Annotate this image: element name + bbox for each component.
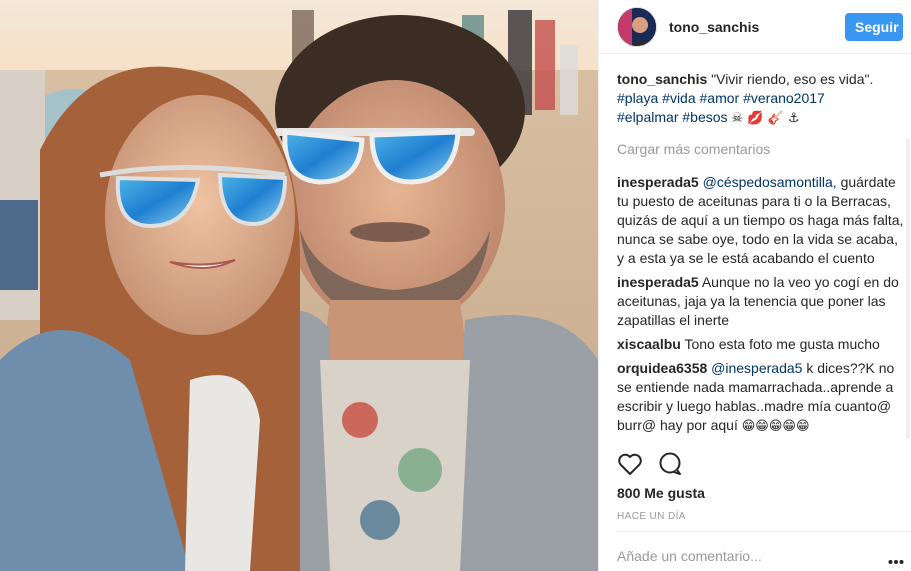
comment-emojis: 😁😁😁😁😁 bbox=[741, 419, 810, 434]
add-comment-input[interactable] bbox=[617, 544, 872, 568]
hashtag[interactable]: #verano2017 bbox=[743, 90, 825, 106]
caption-emojis: ☠ 💋 🎸 ⚓ bbox=[731, 111, 800, 126]
comment-item: inesperada5 Aunque no la veo yo cogí en … bbox=[617, 273, 905, 330]
caption-username[interactable]: tono_sanchis bbox=[617, 71, 707, 87]
comments-scrollbar[interactable] bbox=[906, 139, 910, 439]
post-photo[interactable] bbox=[0, 0, 598, 571]
author-username[interactable]: tono_sanchis bbox=[669, 19, 845, 35]
caption-text: "Vivir riendo, eso es vida". bbox=[711, 71, 874, 87]
caption: tono_sanchis "Vivir riendo, eso es vida"… bbox=[617, 70, 905, 128]
post-side-panel: tono_sanchis Seguir tono_sanchis "Vivir … bbox=[598, 0, 911, 571]
selfie-image bbox=[0, 0, 598, 571]
hashtag[interactable]: #besos bbox=[682, 109, 727, 125]
comment-username[interactable]: xiscaalbu bbox=[617, 336, 681, 352]
likes-count[interactable]: 800 Me gusta bbox=[617, 485, 705, 501]
comment-item: inesperada5 @céspedosamontilla, guárdate… bbox=[617, 173, 905, 268]
comment-username[interactable]: inesperada5 bbox=[617, 174, 699, 190]
comment-item: xiscaalbu Tono esta foto me gusta mucho bbox=[617, 335, 905, 354]
speech-bubble-icon[interactable] bbox=[657, 452, 683, 481]
comment-text: Tono esta foto me gusta mucho bbox=[684, 336, 880, 352]
post-actions bbox=[617, 452, 897, 480]
divider bbox=[617, 531, 911, 532]
hashtag[interactable]: #vida bbox=[662, 90, 695, 106]
comment-mention[interactable]: @céspedosamontilla, bbox=[703, 174, 837, 190]
comment-mention[interactable]: @inesperada5 bbox=[711, 360, 802, 376]
comment-username[interactable]: orquidea6358 bbox=[617, 360, 707, 376]
author-avatar[interactable] bbox=[617, 7, 657, 47]
heart-icon[interactable] bbox=[617, 452, 643, 481]
load-more-comments-link[interactable]: Cargar más comentarios bbox=[617, 140, 905, 159]
post-timestamp[interactable]: HACE UN DÍA bbox=[617, 511, 686, 522]
hashtag[interactable]: #elpalmar bbox=[617, 109, 678, 125]
comment-username[interactable]: inesperada5 bbox=[617, 274, 699, 290]
follow-button[interactable]: Seguir bbox=[845, 13, 903, 41]
hashtag[interactable]: #playa bbox=[617, 90, 658, 106]
comments-list: tono_sanchis "Vivir riendo, eso es vida"… bbox=[617, 70, 905, 450]
hashtag[interactable]: #amor bbox=[700, 90, 740, 106]
comment-item: orquidea6358 @inesperada5 k dices??K no … bbox=[617, 359, 905, 436]
post-header: tono_sanchis Seguir bbox=[599, 0, 911, 54]
more-options-icon[interactable] bbox=[888, 552, 904, 564]
